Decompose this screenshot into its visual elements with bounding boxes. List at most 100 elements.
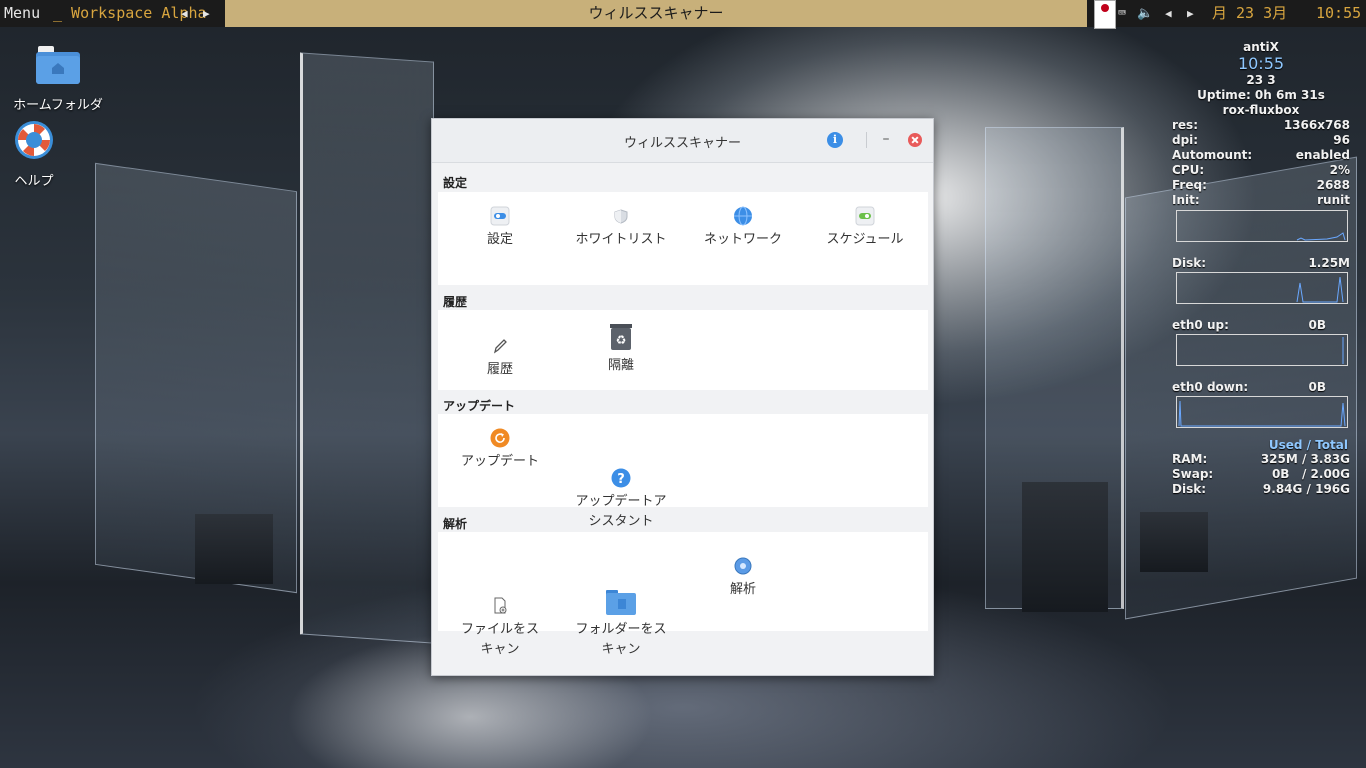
workspace-prev-button[interactable]: ◀ (181, 0, 188, 27)
window-title: ウィルススキャナー (623, 136, 741, 151)
desktop-icon-home[interactable]: ホームフォルダ (8, 44, 108, 113)
network-label: ネットワーク (703, 232, 782, 247)
cpu-graph (1176, 210, 1348, 242)
volume-icon[interactable]: 🔈 (1137, 0, 1153, 27)
whitelist-button[interactable]: ホワイトリスト (561, 206, 681, 250)
minimize-button[interactable]: – (879, 130, 893, 148)
update-assistant-button[interactable]: ? アップデートア シスタント (561, 428, 681, 532)
analysis-button[interactable]: 解析 (683, 556, 803, 600)
toggle-settings-icon (490, 206, 510, 226)
conky-stat-value: enabled (1295, 148, 1350, 162)
section-panel-history: 履歴 ♻ 隔離 (438, 310, 928, 390)
update-button[interactable]: アップデート (440, 428, 560, 472)
folder-scan-icon (605, 568, 637, 615)
section-title-history: 履歴 (443, 295, 468, 309)
schedule-button[interactable]: スケジュール (805, 206, 925, 250)
eth-down-graph (1176, 396, 1348, 428)
conky-usage-value: 0B / 2.00G (1271, 467, 1350, 481)
conky-stat-label: Automount: (1172, 148, 1253, 162)
conky-stat-label: Init: (1172, 193, 1200, 207)
conky-usage-value: 9.84G / 196G (1262, 482, 1350, 496)
conky-stat-label: dpi: (1172, 133, 1199, 147)
section-panel-settings: 設定 ホワイトリスト ネットワーク スケジュール (438, 192, 928, 285)
section-title-analysis: 解析 (443, 517, 468, 531)
desktop-icon-help[interactable]: ヘルプ (0, 118, 84, 189)
conky-usage-value: 325M / 3.83G (1260, 452, 1350, 466)
desktop-icon-home-label: ホームフォルダ (13, 98, 103, 113)
japan-flag-icon[interactable] (1094, 0, 1116, 29)
menu-button[interactable]: Menu (4, 0, 40, 27)
eth-up-graph (1176, 334, 1348, 366)
conky-uptime: Uptime: 0h 6m 31s (1197, 88, 1325, 102)
desktop-icon-help-label: ヘルプ (14, 174, 54, 189)
toggle-schedule-icon (855, 206, 875, 226)
conky-disk-io-label: Disk: (1172, 256, 1206, 270)
taskbar-clock[interactable]: 10:55 (1316, 0, 1361, 27)
conky-system-monitor: antiX 10:55 23 3 Uptime: 0h 6m 31s rox-f… (1172, 40, 1350, 497)
conky-used-total-header: Used / Total (1268, 438, 1348, 452)
question-icon: ? (611, 448, 631, 488)
conky-eth-up-value: 0B (1308, 318, 1327, 332)
recycle-bin-icon: ♻ (608, 322, 634, 352)
quarantine-label: 隔離 (607, 358, 634, 373)
conky-time: 10:55 (1237, 54, 1285, 73)
network-button[interactable]: ネットワーク (683, 206, 803, 250)
keyboard-icon[interactable]: ⌨ (1118, 0, 1126, 27)
scan-folder-label: フォルダーをス キャン (575, 622, 667, 657)
analysis-icon (733, 556, 753, 576)
window-next-button[interactable]: ▶ (1187, 0, 1194, 27)
home-folder-icon (8, 44, 108, 90)
section-title-settings: 設定 (443, 176, 468, 190)
whitelist-label: ホワイトリスト (575, 232, 667, 247)
conky-stat-label: Freq: (1172, 178, 1207, 192)
conky-stat-value: 2688 (1316, 178, 1350, 192)
conky-stat-value: runit (1317, 193, 1350, 207)
shield-icon (611, 206, 631, 226)
update-assistant-label: アップデートア シスタント (575, 494, 667, 529)
lifebuoy-icon (0, 118, 84, 166)
section-panel-update: アップデート ? アップデートア シスタント (438, 414, 928, 529)
pencil-icon (490, 336, 510, 356)
history-label: 履歴 (486, 362, 513, 377)
conky-usage-label: RAM: (1172, 452, 1208, 466)
window-prev-button[interactable]: ◀ (1165, 0, 1172, 27)
conky-session: rox-fluxbox (1222, 103, 1300, 117)
conky-stat-value: 96 (1333, 133, 1350, 147)
close-button[interactable] (908, 133, 922, 147)
analysis-label: 解析 (729, 582, 756, 597)
conky-distro: antiX (1243, 40, 1279, 54)
quarantine-button[interactable]: ♻ 隔離 (561, 322, 681, 376)
conky-usage-label: Disk: (1172, 482, 1206, 496)
top-taskbar: Menu _ Workspace Alpha ◀ ▶ ウィルススキャナー ⌨ 🔈… (0, 0, 1366, 29)
file-scan-icon (490, 576, 510, 614)
conky-disk-io-value: 1.25M (1308, 256, 1350, 270)
conky-stat-value: 2% (1329, 163, 1350, 177)
section-title-update: アップデート (443, 399, 516, 413)
svg-text:?: ? (617, 472, 625, 487)
scan-file-label: ファイルをス キャン (460, 622, 539, 657)
update-label: アップデート (460, 454, 539, 469)
taskbar-date: 月 23 3月 (1212, 4, 1288, 22)
titlebar-divider (866, 132, 867, 148)
conky-usage-label: Swap: (1172, 467, 1214, 481)
virus-scanner-window: ウィルススキャナー i – 設定 設定 ホワイトリスト ネットワーク スケジュー… (431, 118, 934, 676)
taskbar-window-button[interactable]: ウィルススキャナー (225, 0, 1087, 27)
conky-eth-down-value: 0B (1308, 380, 1327, 394)
scan-file-button[interactable]: ファイルをス キャン (440, 556, 560, 660)
window-titlebar[interactable]: ウィルススキャナー i – (432, 119, 933, 163)
svg-text:♻: ♻ (616, 333, 627, 347)
conky-stat-label: res: (1172, 118, 1198, 132)
scan-folder-button[interactable]: フォルダーをス キャン (561, 548, 681, 660)
info-icon[interactable]: i (827, 132, 843, 148)
disk-graph (1176, 272, 1348, 304)
settings-label: 設定 (486, 232, 513, 247)
globe-icon (733, 206, 753, 226)
conky-eth-up-label: eth0 up: (1172, 318, 1229, 332)
settings-button[interactable]: 設定 (440, 206, 560, 250)
conky-stat-label: CPU: (1172, 163, 1205, 177)
schedule-label: スケジュール (826, 232, 904, 247)
workspace-next-button[interactable]: ▶ (203, 0, 210, 27)
history-button[interactable]: 履歴 (440, 336, 560, 380)
conky-eth-down-label: eth0 down: (1172, 380, 1249, 394)
refresh-icon (490, 428, 510, 448)
